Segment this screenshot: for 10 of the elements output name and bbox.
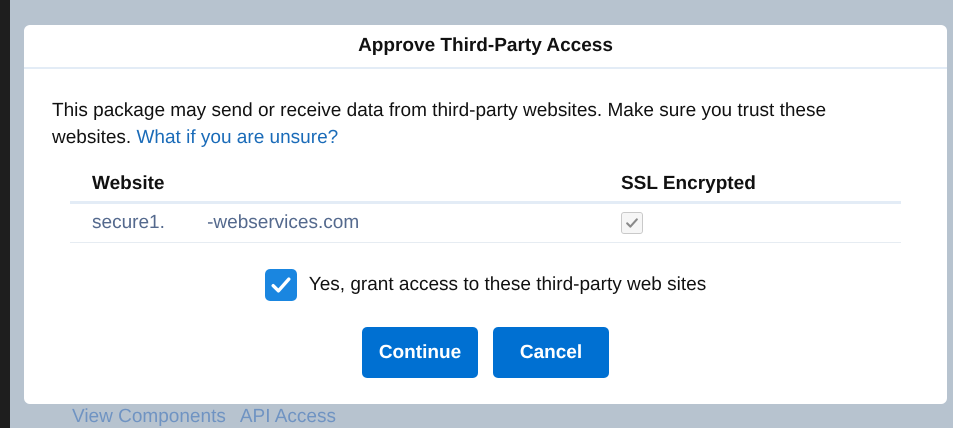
- column-header: Website: [92, 173, 166, 195]
- continue-button[interactable]: Continue: [362, 327, 478, 378]
- column-header: SSL Encrypted: [621, 173, 757, 195]
- consent-checkbox[interactable]: [264, 269, 297, 301]
- website-cell-text: secure1. -webservices.com: [92, 212, 360, 234]
- cancel-button[interactable]: Cancel: [493, 327, 609, 378]
- help-link[interactable]: What if you are unsure?: [136, 127, 338, 148]
- dialog-title: Approve Third-Party Access: [358, 35, 613, 57]
- message-text: This package may send or receive data from third-party websites. Make sure you trust these websites. What if you are unsure?: [52, 99, 828, 150]
- consent-label: Yes, grant access to these third-party web sites: [308, 274, 706, 296]
